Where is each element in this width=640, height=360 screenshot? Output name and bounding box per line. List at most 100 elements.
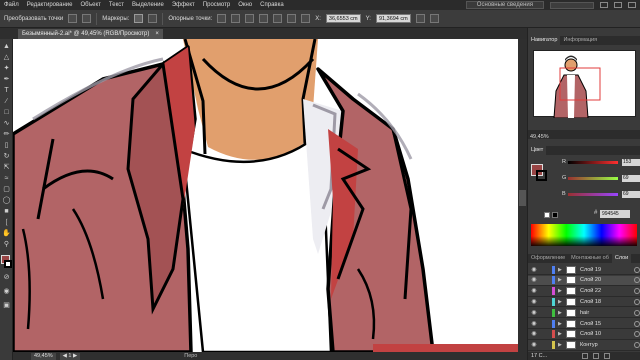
lock-toggle[interactable] [542,276,550,284]
tab-navigator[interactable]: Навигатор [528,36,561,45]
target-circle-icon[interactable] [634,309,640,316]
maximize-button[interactable] [614,2,622,8]
vertical-scrollbar-thumb[interactable] [519,190,526,206]
hand-tool-icon[interactable]: ✋ [2,229,11,238]
red-value-field[interactable]: 153 [622,158,640,166]
tab-layers[interactable]: Слои [611,254,632,263]
shape-builder-icon[interactable]: ◯ [2,196,11,205]
hide-handles-icon[interactable] [148,14,158,23]
align-icon[interactable] [245,14,255,23]
blue-slider[interactable] [568,192,618,196]
rotate-tool-icon[interactable]: ↻ [2,152,11,161]
delete-layer-icon[interactable] [604,353,611,359]
line-tool-icon[interactable]: ∕ [2,97,11,106]
transform-icon[interactable] [415,14,425,23]
lock-toggle[interactable] [542,330,550,338]
width-tool-icon[interactable]: ≈ [2,174,11,183]
pencil-tool-icon[interactable]: ✏ [2,130,11,139]
tab-color[interactable]: Цвет [528,146,547,155]
align-center-icon[interactable] [287,14,297,23]
y-coordinate-field[interactable]: 91,3694 cm [375,14,411,23]
expand-arrow-icon[interactable]: ▶ [558,331,564,337]
expand-arrow-icon[interactable]: ▶ [558,321,564,327]
gradient-tool-icon[interactable]: ■ [2,207,11,216]
cut-path-icon[interactable] [231,14,241,23]
scale-tool-icon[interactable]: ⇱ [2,163,11,172]
draw-mode-icon[interactable]: ◉ [2,287,11,296]
selection-tool-icon[interactable]: ▲ [2,42,11,51]
menu-item-object[interactable]: Объект [76,2,104,8]
layer-name[interactable]: Слой 10 [580,331,616,337]
expand-arrow-icon[interactable]: ▶ [558,288,564,294]
close-button[interactable] [628,2,636,8]
convert-corner-icon[interactable] [68,14,78,23]
convert-smooth-icon[interactable] [82,14,92,23]
lock-toggle[interactable] [542,266,550,274]
direct-selection-tool-icon[interactable]: △ [2,53,11,62]
document-tab[interactable]: Безымянный-2.ai* @ 49,45% (RGB/Просмотр)… [18,29,163,39]
red-slider[interactable] [568,160,618,164]
navigator-thumbnail[interactable] [533,50,636,119]
new-layer-icon[interactable] [593,353,600,359]
green-slider[interactable] [568,176,618,180]
minimize-button[interactable] [600,2,608,8]
layer-row[interactable]: ◉ ▶ Слой 15 [528,319,640,329]
layer-name[interactable]: Слой 22 [580,288,616,294]
brush-tool-icon[interactable]: ∿ [2,119,11,128]
layer-row[interactable]: ◉ ▶ Контур [528,341,640,351]
x-coordinate-field[interactable]: 36,6553 cm [325,14,361,23]
tab-artboards[interactable]: Монтажные об [568,254,612,263]
lock-toggle[interactable] [542,298,550,306]
show-handles-icon[interactable] [134,14,144,23]
lock-toggle[interactable] [542,341,550,349]
eye-icon[interactable]: ◉ [530,276,538,284]
menu-item-window[interactable]: Окно [234,2,256,8]
tab-appearance[interactable]: Оформление [528,254,568,263]
artboard-canvas[interactable] [13,39,518,352]
menu-item-select[interactable]: Выделение [128,2,168,8]
green-value-field[interactable]: 69 [622,174,640,182]
hex-field[interactable]: 994545 [600,210,630,218]
magic-wand-icon[interactable]: ✦ [2,64,11,73]
target-circle-icon[interactable] [634,277,640,284]
target-circle-icon[interactable] [634,342,640,349]
lock-toggle[interactable] [542,320,550,328]
eye-icon[interactable]: ◉ [530,330,538,338]
workspace-switcher[interactable]: Основные сведения [465,1,544,9]
layer-row[interactable]: ◉ ▶ Слой 22 [528,287,640,297]
eye-icon[interactable]: ◉ [530,341,538,349]
expand-arrow-icon[interactable]: ▶ [558,299,564,305]
more-options-icon[interactable] [429,14,439,23]
layer-name[interactable]: Слой 19 [580,267,616,273]
layer-name[interactable]: Слой 18 [580,299,616,305]
eye-icon[interactable]: ◉ [530,298,538,306]
blue-value-field[interactable]: 69 [622,190,640,198]
lock-toggle[interactable] [542,309,550,317]
eye-icon[interactable]: ◉ [530,266,538,274]
menu-item-file[interactable]: Файл [0,2,23,8]
layer-row[interactable]: ◉ ▶ Слой 18 [528,297,640,308]
layer-name[interactable]: hair [580,310,616,316]
eye-icon[interactable]: ◉ [530,287,538,295]
rectangle-tool-icon[interactable]: □ [2,108,11,117]
tab-info[interactable]: Информация [560,36,600,45]
free-transform-icon[interactable]: ▢ [2,185,11,194]
black-swatch[interactable] [552,212,558,218]
expand-arrow-icon[interactable]: ▶ [558,277,564,283]
expand-arrow-icon[interactable]: ▶ [558,342,564,348]
zoom-level-field[interactable]: 49,45% [31,352,56,360]
target-circle-icon[interactable] [634,288,640,295]
target-circle-icon[interactable] [634,331,640,338]
layer-row[interactable]: ◉ ▶ hair [528,308,640,319]
close-tab-icon[interactable]: × [155,31,159,37]
lock-toggle[interactable] [542,287,550,295]
color-spectrum[interactable] [531,224,637,246]
menu-item-type[interactable]: Текст [105,2,128,8]
layer-row[interactable]: ◉ ▶ Слой 20 [528,275,640,286]
remove-anchor-icon[interactable] [217,14,227,23]
layer-name[interactable]: Слой 15 [580,321,616,327]
color-stroke-swatch[interactable] [536,170,547,181]
pen-tool-icon[interactable]: ✒ [2,75,11,84]
layer-row[interactable]: ◉ ▶ Слой 10 [528,330,640,340]
align-right-icon[interactable] [301,14,311,23]
